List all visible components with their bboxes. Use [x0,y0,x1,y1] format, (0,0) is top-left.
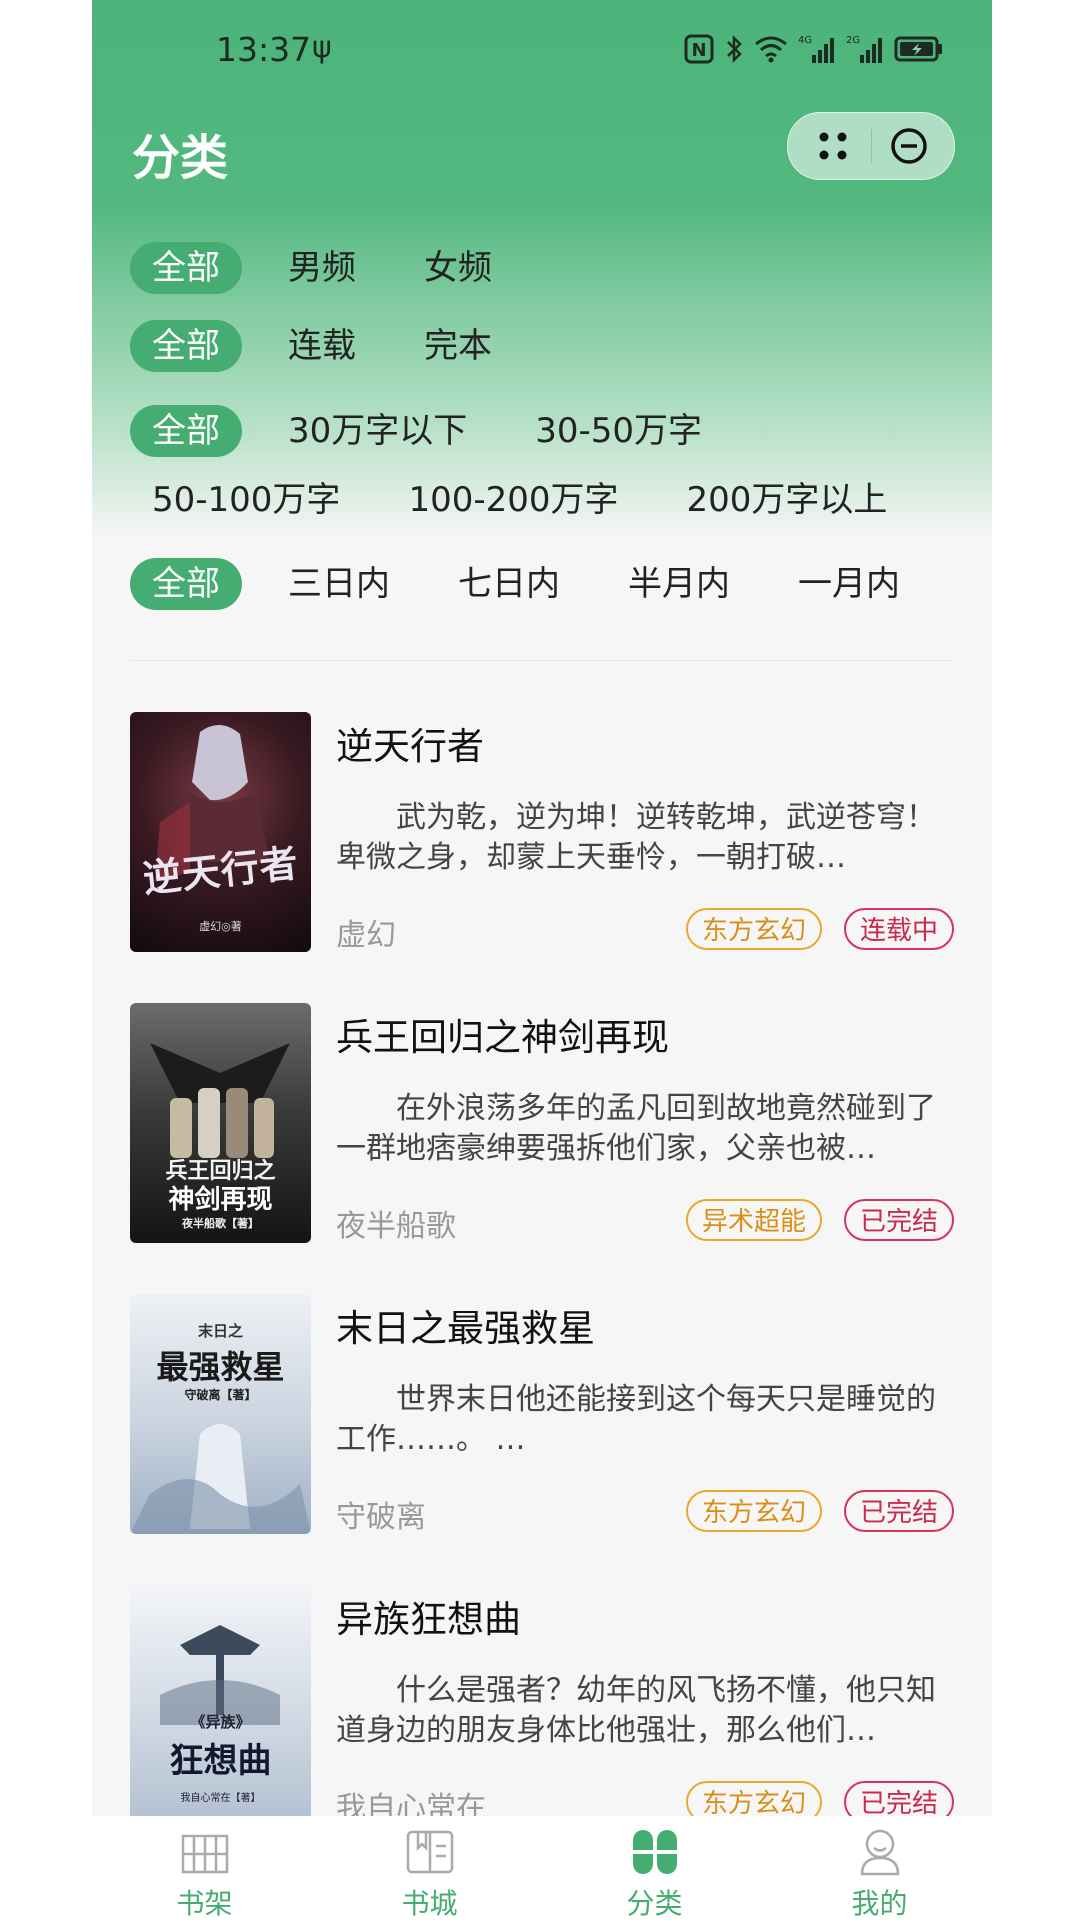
tab-label: 书架 [176,1887,233,1920]
status-icons: N 4G 2G [684,32,944,66]
usb-icon: ψ [312,30,332,65]
book-author: 夜半船歌 [336,1209,456,1244]
status-tag: 已完结 [843,1199,954,1241]
book-cover: 兵王回归之 神剑再现 夜半船歌【著】 [130,1003,311,1243]
chip-status-finished[interactable]: 完本 [402,320,514,372]
chip-length-30-50[interactable]: 30-50万字 [513,405,724,457]
chip-updated-3days[interactable]: 三日内 [266,558,412,610]
phone-screen: 13:37 ψ N 4G 2G 分类 全部 男频 女频 全部 连载 完本 全部 … [92,0,992,1920]
cover-title: 末日之 [197,1322,243,1340]
filter-status: 全部 连载 完本 [130,320,514,372]
status-bar: 13:37 ψ N 4G 2G [92,0,992,100]
filter-updated: 全部 三日内 七日内 半月内 一月内 [130,558,922,610]
tab-label: 分类 [626,1887,683,1920]
cover-subtitle: 神剑再现 [168,1185,273,1215]
chip-length-all[interactable]: 全部 [130,405,242,457]
book-item[interactable]: 末日之 最强救星 守破离【著】 末日之最强救星 世界末日他还能接到这个每天只是睡… [130,1294,954,1535]
chip-updated-halfmonth[interactable]: 半月内 [606,558,752,610]
chip-updated-7days[interactable]: 七日内 [436,558,582,610]
battery-icon [894,32,944,66]
book-title: 兵王回归之神剑再现 [336,1016,669,1059]
cover-subtitle: 狂想曲 [169,1741,272,1781]
filter-length-row1: 全部 30万字以下 30-50万字 [130,405,724,457]
wifi-icon [754,32,788,66]
chip-gender-female[interactable]: 女频 [402,242,514,294]
chip-length-over200[interactable]: 200万字以上 [665,474,910,526]
chip-length-under30[interactable]: 30万字以下 [266,405,489,457]
book-cover: 《异族》 狂想曲 我自心常在【著】 [130,1585,311,1825]
genre-tag: 异术超能 [685,1199,822,1241]
cover-title: 《异族》 [190,1713,251,1731]
nfc-icon: N [684,32,714,66]
tab-category[interactable]: 分类 [542,1816,767,1920]
more-dots-icon[interactable] [814,127,852,165]
clover-icon [629,1826,681,1878]
book-title: 逆天行者 [336,725,484,768]
cover-author: 我自心常在【著】 [180,1793,261,1804]
tab-bookshelf[interactable]: 书架 [92,1816,317,1920]
genre-tag: 东方玄幻 [685,908,822,950]
chip-updated-all[interactable]: 全部 [130,558,242,610]
status-tag: 连载中 [843,908,954,950]
status-tag: 已完结 [843,1490,954,1532]
chip-length-100-200[interactable]: 100-200万字 [386,474,640,526]
chip-updated-month[interactable]: 一月内 [776,558,922,610]
book-cover: 末日之 最强救星 守破离【著】 [130,1294,311,1534]
book-open-icon [404,1826,456,1878]
cover-subtitle: 最强救星 [156,1348,285,1386]
book-cover: 逆天行者 虚幻◎著 [130,712,311,952]
chip-gender-all[interactable]: 全部 [130,242,242,294]
filter-length-row2: 50-100万字 100-200万字 200万字以上 [130,474,909,526]
capsule-divider [871,129,872,163]
filter-gender: 全部 男频 女频 [130,242,514,294]
bluetooth-icon [724,32,744,66]
book-description: 世界末日他还能接到这个每天只是睡觉的工作……。 … [336,1382,936,1457]
close-circle-icon[interactable] [889,126,929,166]
signal-4g-icon: 4G [798,32,836,66]
tab-profile[interactable]: 我的 [767,1816,992,1920]
book-item[interactable]: 兵王回归之 神剑再现 夜半船歌【著】 兵王回归之神剑再现 在外浪荡多年的孟凡回到… [130,1003,954,1244]
book-item[interactable]: 逆天行者 虚幻◎著 逆天行者 武为乾，逆为坤！逆转乾坤，武逆苍穹！卑微之身，却蒙… [130,712,954,953]
filter-divider [130,660,954,661]
cover-author: 虚幻◎著 [199,920,242,933]
book-title: 异族狂想曲 [336,1598,521,1641]
chip-status-all[interactable]: 全部 [130,320,242,372]
cover-author: 夜半船歌【著】 [182,1217,259,1230]
tab-label: 我的 [851,1887,908,1920]
book-item[interactable]: 《异族》 狂想曲 我自心常在【著】 异族狂想曲 什么是强者？幼年的风飞扬不懂，他… [130,1585,954,1826]
mini-program-capsule [787,112,955,180]
book-author: 虚幻 [336,918,396,953]
chip-status-serial[interactable]: 连载 [266,320,378,372]
svg-text:N: N [691,40,706,61]
chip-length-50-100[interactable]: 50-100万字 [130,474,362,526]
page-title: 分类 [132,130,229,186]
profile-icon [854,1826,906,1878]
bookshelf-icon [179,1826,231,1878]
status-time: 13:37 [216,30,312,69]
book-description: 什么是强者？幼年的风飞扬不懂，他只知道身边的朋友身体比他强壮，那么他们… [336,1673,936,1748]
book-description: 武为乾，逆为坤！逆转乾坤，武逆苍穹！卑微之身，却蒙上天垂怜，一朝打破… [336,800,936,875]
genre-tag: 东方玄幻 [685,1490,822,1532]
tab-bookstore[interactable]: 书城 [317,1816,542,1920]
svg-text:2G: 2G [846,35,860,46]
svg-text:4G: 4G [798,35,812,46]
chip-gender-male[interactable]: 男频 [266,242,378,294]
signal-2g-icon: 2G [846,32,884,66]
book-description: 在外浪荡多年的孟凡回到故地竟然碰到了一群地痞豪绅要强拆他们家，父亲也被… [336,1091,936,1166]
book-author: 守破离 [336,1500,426,1535]
cover-author: 守破离【著】 [184,1388,257,1402]
tab-label: 书城 [401,1887,458,1920]
bottom-tab-bar: 书架 书城 分类 我的 [92,1816,992,1920]
book-title: 末日之最强救星 [336,1307,595,1350]
